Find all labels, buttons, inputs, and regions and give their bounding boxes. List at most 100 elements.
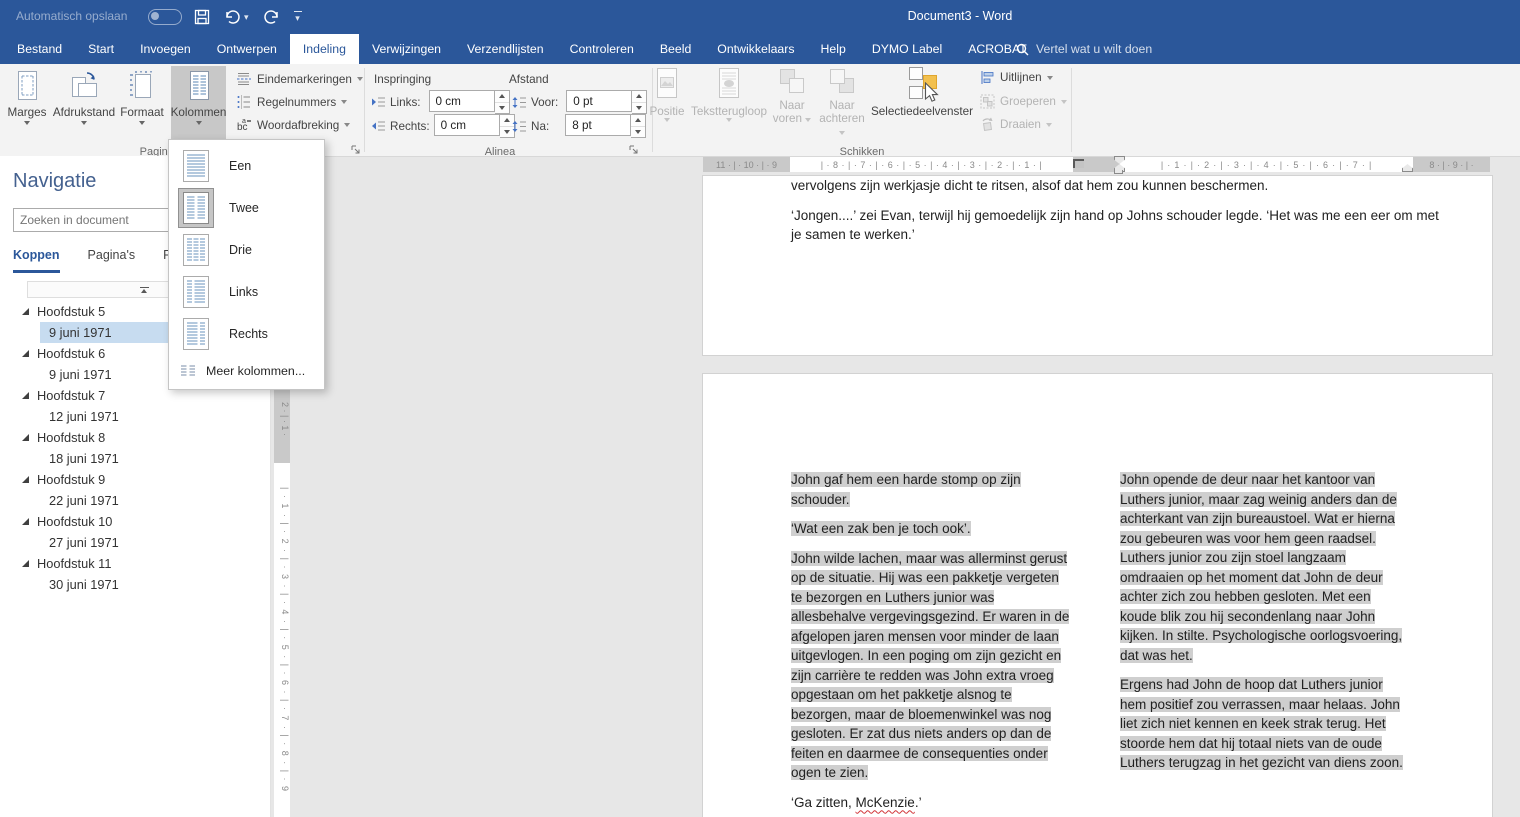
send-backward-button: Naar achteren xyxy=(816,66,868,138)
ribbon-tab[interactable]: Indeling xyxy=(289,34,359,64)
columns-option-two[interactable]: Twee xyxy=(169,187,324,229)
expand-triangle-icon[interactable] xyxy=(22,308,29,315)
orientation-button[interactable]: Afdrukstand xyxy=(53,66,115,144)
ribbon-tab[interactable]: Beeld xyxy=(647,34,704,64)
h-ruler-left-margin[interactable]: 11 · | · 10 · | · 9 xyxy=(703,157,790,172)
columns-option-right[interactable]: Rechts xyxy=(169,313,324,355)
line-numbers-button[interactable]: Regelnummers xyxy=(236,94,348,110)
ribbon-tab[interactable]: DYMO Label xyxy=(859,34,955,64)
expand-triangle-icon[interactable] xyxy=(22,350,29,357)
ribbon-tab[interactable]: Start xyxy=(75,34,127,64)
ribbon-tab[interactable]: Invoegen xyxy=(127,34,204,64)
indent-left-spinner[interactable] xyxy=(494,90,510,114)
expand-triangle-icon[interactable] xyxy=(22,476,29,483)
text-wrap-icon xyxy=(719,68,739,98)
breaks-button[interactable]: Eindemarkeringen xyxy=(236,71,363,87)
nav-tab[interactable]: Koppen xyxy=(13,248,60,273)
save-icon[interactable] xyxy=(194,9,210,25)
column-margin-marker[interactable] xyxy=(1073,159,1084,168)
rotate-button: Draaien xyxy=(980,117,1052,132)
nav-heading-item[interactable]: 18 juni 1971 xyxy=(0,448,270,469)
left-indent-marker[interactable] xyxy=(1114,170,1123,174)
hyphenation-button[interactable]: bc a Woordafbreking xyxy=(236,117,351,133)
ribbon-tab[interactable]: Help xyxy=(808,34,859,64)
undo-icon[interactable] xyxy=(224,9,241,25)
columns-option-left[interactable]: Links xyxy=(169,271,324,313)
expand-triangle-icon[interactable] xyxy=(22,560,29,567)
nav-heading-item[interactable]: Hoofdstuk 9 xyxy=(0,469,270,490)
rotate-icon xyxy=(982,117,993,132)
indent-right-input[interactable]: 0 cm xyxy=(433,114,500,136)
ribbon-tab[interactable]: Verwijzingen xyxy=(359,34,454,64)
v-ruler-area[interactable]: | · 1 · | · 2 · | · 3 · | · 4 · | · 5 · … xyxy=(274,463,290,817)
spacing-after-input[interactable]: 8 pt xyxy=(565,114,632,136)
spacing-after-spinner[interactable] xyxy=(631,114,647,138)
indent-right-field: Rechts: 0 cm xyxy=(371,114,515,138)
columns-option-three[interactable]: Drie xyxy=(169,229,324,271)
h-ruler-right-margin[interactable]: 8 · | · 9 · | · xyxy=(1413,157,1490,172)
expand-triangle-icon[interactable] xyxy=(22,434,29,441)
hyphenation-icon: bc a xyxy=(237,118,251,133)
margins-icon xyxy=(18,71,37,100)
misspelled-word: McKenzie xyxy=(855,794,915,810)
page-setup-dialog-launcher-icon[interactable] xyxy=(350,144,362,156)
ribbon-tab[interactable]: Bestand xyxy=(4,34,75,64)
redo-icon[interactable] xyxy=(263,9,280,25)
selection-pane-button[interactable]: Selectiedeelvenster xyxy=(870,66,974,118)
nav-heading-item[interactable]: 27 juni 1971 xyxy=(0,532,270,553)
paragraph: John opende de deur naar het kantoor van… xyxy=(1120,472,1403,663)
spacing-before-spinner[interactable] xyxy=(632,90,648,114)
tell-me-search[interactable]: Vertel wat u wilt doen xyxy=(1016,34,1152,64)
nav-heading-item[interactable]: 22 juni 1971 xyxy=(0,490,270,511)
nav-tab[interactable]: Pagina's xyxy=(88,248,136,273)
nav-heading-item[interactable]: Hoofdstuk 8 xyxy=(0,427,270,448)
undo-dropdown-icon[interactable]: ▾ xyxy=(244,12,249,22)
columns-option-one[interactable]: Een xyxy=(169,145,324,187)
nav-heading-item[interactable]: Hoofdstuk 10 xyxy=(0,511,270,532)
position-button: Positie xyxy=(648,66,686,122)
ribbon-tab[interactable]: Controleren xyxy=(557,34,647,64)
paragraph: Ergens had John de hoop dat Luthers juni… xyxy=(1120,677,1403,770)
h-ruler-column2[interactable]: | · 1 · | · 2 · | · 3 · | · 4 · | · 5 · … xyxy=(1120,157,1413,172)
bring-forward-icon xyxy=(780,69,804,93)
more-columns-menu-item[interactable]: Meer kolommen... xyxy=(169,358,324,384)
document-page-1[interactable]: vervolgens zijn werkjasje dicht te ritse… xyxy=(703,176,1492,355)
orientation-icon xyxy=(72,72,97,97)
page1-text[interactable]: vervolgens zijn werkjasje dicht te ritse… xyxy=(791,176,1439,255)
group-divider xyxy=(364,68,365,152)
mouse-cursor-icon xyxy=(924,82,939,102)
align-button[interactable]: Uitlijnen xyxy=(980,71,1053,84)
ribbon-tab[interactable]: Verzendlijsten xyxy=(454,34,557,64)
page2-right-column[interactable]: John opende de deur naar het kantoor van… xyxy=(1120,470,1406,783)
ribbon-tab[interactable]: Ontwikkelaars xyxy=(704,34,807,64)
spacing-before-input[interactable]: 0 pt xyxy=(566,90,633,112)
margins-button[interactable]: Marges xyxy=(2,66,52,144)
size-button[interactable]: Formaat xyxy=(116,66,168,144)
document-page-2[interactable]: John gaf hem een harde stomp op zijn sch… xyxy=(703,374,1492,817)
svg-text:a: a xyxy=(242,118,246,125)
indent-left-input[interactable]: 0 cm xyxy=(428,90,495,112)
quick-access-toolbar: ▾ ▾ xyxy=(194,4,302,30)
expand-triangle-icon[interactable] xyxy=(22,518,29,525)
nav-heading-item[interactable]: 30 juni 1971 xyxy=(0,574,270,595)
indent-heading: Inspringing xyxy=(374,73,432,86)
paragraph-dialog-launcher-icon[interactable] xyxy=(628,144,640,156)
page2-left-column[interactable]: John gaf hem een harde stomp op zijn sch… xyxy=(791,470,1073,817)
send-backward-icon xyxy=(830,69,854,93)
nav-heading-item[interactable]: Hoofdstuk 11 xyxy=(0,553,270,574)
columns-button[interactable]: Kolommen xyxy=(171,66,226,144)
customize-qat-icon[interactable]: ▾ xyxy=(293,11,302,23)
scroll-up-icon xyxy=(141,288,147,293)
autosave-toggle[interactable] xyxy=(148,9,182,25)
nav-heading-item[interactable]: 12 juni 1971 xyxy=(0,406,270,427)
position-icon xyxy=(657,68,677,98)
paragraph: John wilde lachen, maar was allerminst g… xyxy=(791,550,1070,780)
line-numbers-icon xyxy=(237,95,250,109)
paragraph: John gaf hem een harde stomp op zijn sch… xyxy=(791,472,1021,507)
navigation-title: Navigatie xyxy=(13,170,97,192)
columns-dropdown-menu: Een Twee Drie Links Rechts Meer kolommen… xyxy=(168,139,325,390)
h-ruler-column1[interactable]: | · 8 · | · 7 · | · 6 · | · 5 · | · 4 · … xyxy=(790,157,1073,172)
expand-triangle-icon[interactable] xyxy=(22,392,29,399)
ribbon-tab[interactable]: Ontwerpen xyxy=(204,34,290,64)
search-icon xyxy=(1016,43,1029,55)
